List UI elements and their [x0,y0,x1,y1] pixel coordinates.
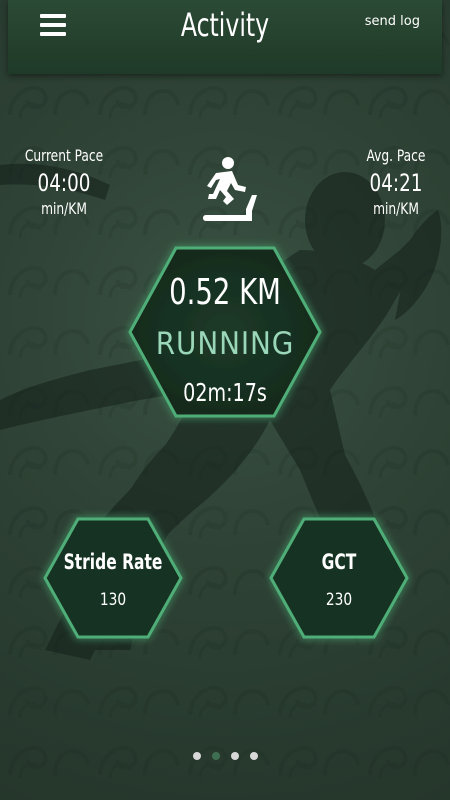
send-log-button[interactable]: send log [365,14,420,29]
current-pace-value: 04:00 [37,169,91,197]
hexagon-shape [43,517,183,639]
gct-hexagon[interactable]: GCT 230 [268,516,410,640]
average-pace-value: 04:21 [369,169,423,197]
page-dot-4[interactable] [250,752,258,760]
gct-value: 230 [325,590,353,610]
distance-value: 0.52 KM [169,272,281,313]
page-indicator [193,752,263,764]
stride-rate-value: 130 [99,590,127,610]
main-activity-hexagon[interactable]: 0.52 KM RUNNING 02m:17s [126,244,324,420]
page-dot-2[interactable] [212,752,220,760]
elapsed-time: 02m:17s [183,378,267,407]
gct-label: GCT [321,550,357,574]
page-dot-1[interactable] [193,752,201,760]
current-pace-unit: min/KM [41,199,87,218]
current-pace-label: Current Pace [24,146,104,165]
average-pace: Avg. Pace 04:21 min/KM [346,146,446,218]
hexagon-shape [269,517,409,639]
page-dot-3[interactable] [231,752,239,760]
page-title: Activity [180,6,270,44]
stride-rate-label: Stride Rate [63,550,163,574]
stride-rate-hexagon[interactable]: Stride Rate 130 [42,516,184,640]
activity-status: RUNNING [155,326,295,362]
current-pace: Current Pace 04:00 min/KM [14,146,114,218]
treadmill-runner-icon [203,157,257,221]
average-pace-label: Avg. Pace [366,146,426,165]
average-pace-unit: min/KM [373,199,419,218]
